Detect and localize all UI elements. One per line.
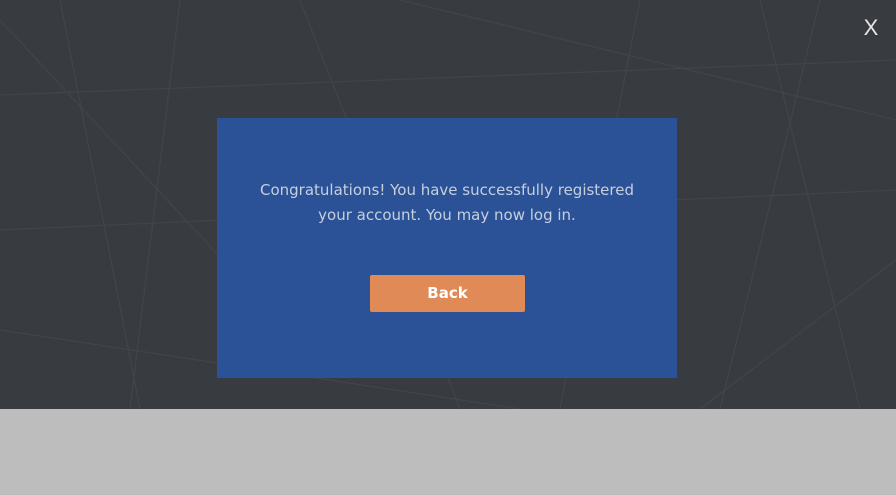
close-icon: X <box>863 15 879 40</box>
success-dialog: Congratulations! You have successfully r… <box>217 118 677 378</box>
footer-band <box>0 409 896 495</box>
close-button[interactable]: X <box>862 16 880 40</box>
success-message: Congratulations! You have successfully r… <box>259 181 635 224</box>
background-overlay: X Congratulations! You have successfully… <box>0 0 896 409</box>
back-button[interactable]: Back <box>370 275 525 312</box>
